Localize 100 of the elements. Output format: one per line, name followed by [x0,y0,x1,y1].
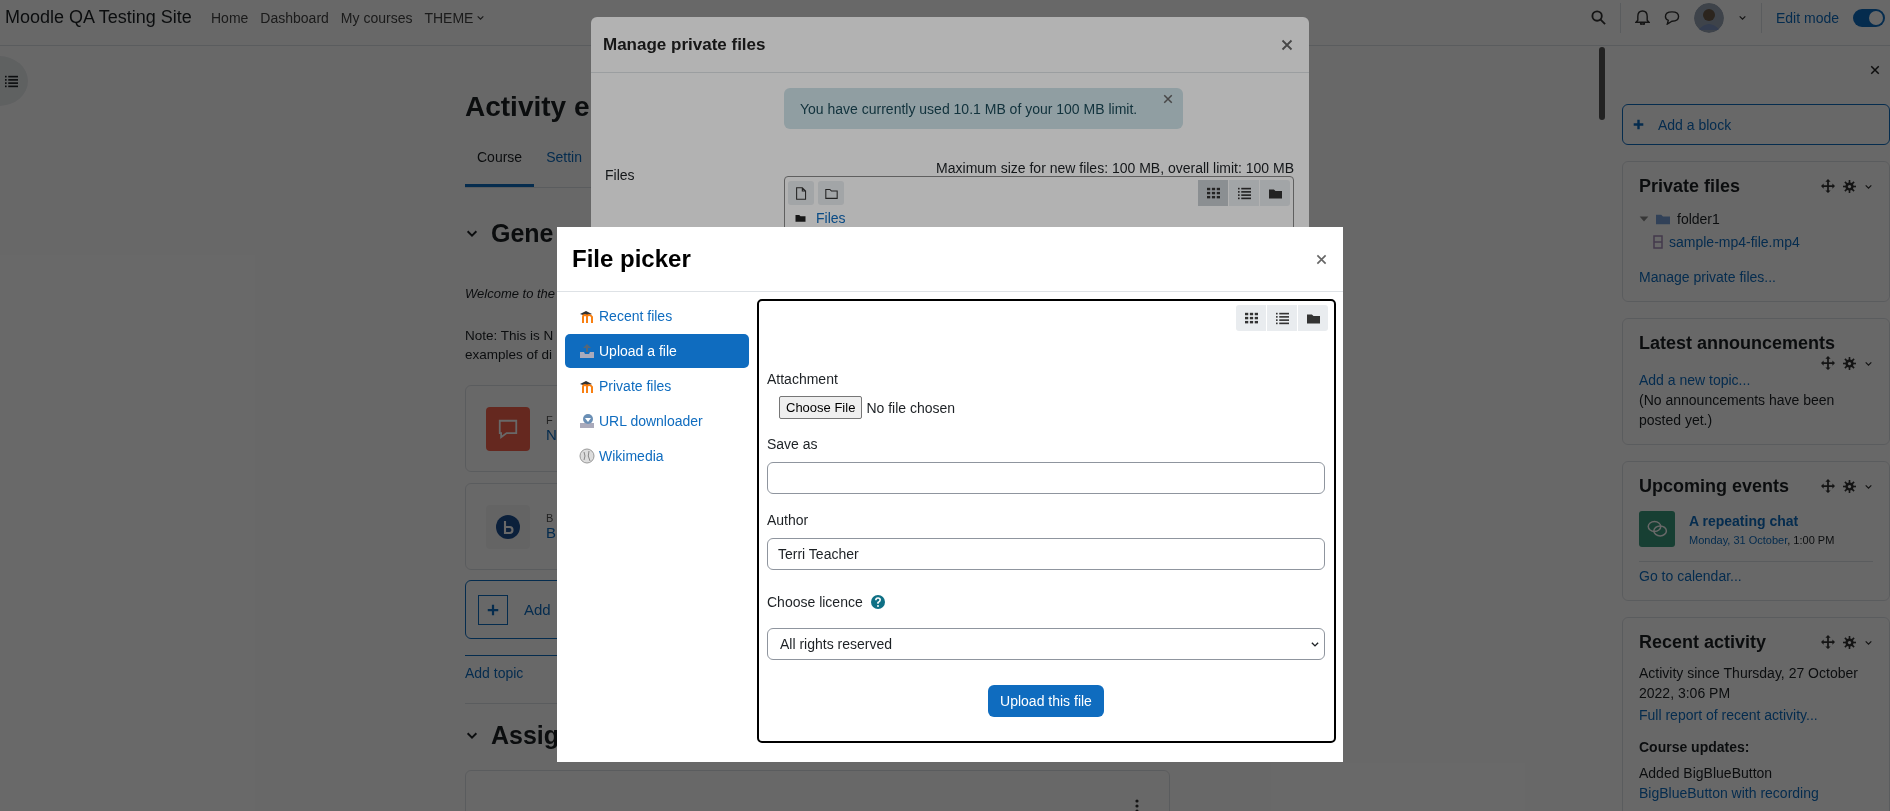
film-icon [1653,234,1663,249]
path-link[interactable]: Files [816,210,846,226]
event-link[interactable]: A repeating chat [1689,511,1835,531]
gear-icon [1843,356,1856,370]
gear-icon [1843,635,1856,649]
add-block-button[interactable]: Add a block [1622,104,1890,145]
list-icon [1275,311,1289,325]
plus-icon [487,603,499,616]
dialog-title: File picker [572,245,691,273]
activity-type: F [546,414,554,426]
block-link[interactable]: Manage private files... [1639,269,1776,285]
section-title: Gene [491,218,554,249]
close-icon [1870,65,1880,75]
caret-icon [1737,13,1747,22]
edit-mode-toggle[interactable] [1853,8,1885,27]
section-intro: Welcome to the [465,285,556,303]
activity-link[interactable]: B [546,524,556,541]
block-link[interactable]: Go to calendar... [1639,568,1742,584]
caret-icon [476,13,486,22]
nav-link[interactable]: Dashboard [260,9,329,26]
close-icon [1281,38,1293,51]
choose-file-button[interactable]: Choose File [779,396,863,419]
file-link[interactable]: sample-mp4-file.mp4 [1669,231,1800,252]
scrollbar-thumb[interactable] [1599,47,1605,120]
upload-button[interactable]: Upload this file [988,685,1104,717]
activity-link[interactable]: N [546,426,557,443]
alert-close-button[interactable] [1163,94,1173,104]
update-text: Added BigBlueButton [1639,764,1774,783]
avatar[interactable] [1693,2,1724,33]
plus-icon [1633,119,1644,130]
close-button[interactable] [1316,253,1327,265]
grid-icon [1244,311,1258,325]
file-icon [794,185,808,201]
bigbluebutton-icon [496,514,520,539]
globe-icon [579,448,595,464]
gear-icon [1843,479,1856,493]
size-limits: Maximum size for new files: 100 MB, overall limit: 100 MB [935,160,1294,176]
add-file-button[interactable] [788,181,814,205]
file-status: No file chosen [866,399,956,416]
nav-link[interactable]: My courses [340,9,413,26]
folder-icon [1306,311,1320,325]
kebab-icon [1135,799,1139,811]
moodle-icon [579,308,595,324]
repository-item[interactable]: Private files [565,369,749,403]
course-tab[interactable]: Settin [534,130,594,187]
section-title: Assig [491,720,560,751]
site-name[interactable]: Moodle QA Testing Site [0,7,211,28]
close-button[interactable] [1281,38,1293,51]
section-note: examples of di [465,346,553,364]
block-title: Latest announcements [1639,332,1836,355]
repository-item[interactable]: Wikimedia [565,439,749,473]
activity-since: Activity since Thursday, 27 October 2022, 3:06 PM [1639,664,1859,703]
event-time: , 1:00 PM [1787,534,1835,546]
block-title: Recent activity [1639,631,1767,654]
page-title: Activity e [465,90,590,124]
field-label: Save as [767,435,819,454]
help-icon [870,595,885,609]
block-note: (No announcements have been posted yet.) [1639,391,1836,430]
folder-icon [1268,186,1282,200]
grid-icon [1206,186,1220,200]
folder-name[interactable]: folder1 [1677,208,1720,229]
move-icon [1821,179,1835,193]
field-label: Attachment [767,370,839,389]
add-topic-link[interactable]: Add topic [465,665,524,681]
repository-item[interactable]: Recent files [565,299,749,333]
repository-item[interactable]: Upload a file [565,334,749,368]
field-label: Choose licence [767,594,863,610]
edit-mode-label: Edit mode [1775,9,1839,26]
nav-link[interactable]: Home [211,9,249,26]
licence-select[interactable]: All rights reserved [767,628,1325,660]
author-field[interactable]: Terri Teacher [767,538,1325,570]
chat-icon [1646,519,1668,539]
moodle-icon [579,378,595,394]
create-folder-button[interactable] [818,181,844,205]
alert-text: You have currently used 10.1 MB of your 100 MB limit. [800,100,1138,117]
caret-icon [1310,639,1320,649]
gear-icon [1843,179,1856,193]
save-as-field[interactable] [767,462,1325,494]
block-link[interactable]: Full report of recent activity... [1639,707,1818,723]
repository-item[interactable]: URL downloader [565,404,749,438]
block-title: Upcoming events [1639,475,1790,498]
event-date-link[interactable]: Monday, 31 October [1689,534,1788,546]
list-icon [5,74,18,88]
updates-heading: Course updates: [1639,738,1751,757]
download-icon [579,413,595,429]
course-tab[interactable]: Course [465,130,535,187]
nav-link[interactable]: THEME [424,9,486,26]
forum-icon [497,417,519,440]
files-label: Files [604,166,635,183]
upload-icon [579,343,595,359]
section-note: Note: This is N [465,327,554,345]
dialog-title: Manage private files [603,34,766,55]
bell-icon [1634,10,1650,25]
move-icon [1821,356,1835,370]
search-icon [1590,10,1606,25]
block-link[interactable]: Add a new topic... [1639,372,1751,388]
folder-icon [795,213,806,223]
field-label: Author [767,511,810,530]
chat-icon [1663,10,1680,25]
update-link[interactable]: BigBlueButton with recording [1639,785,1819,801]
